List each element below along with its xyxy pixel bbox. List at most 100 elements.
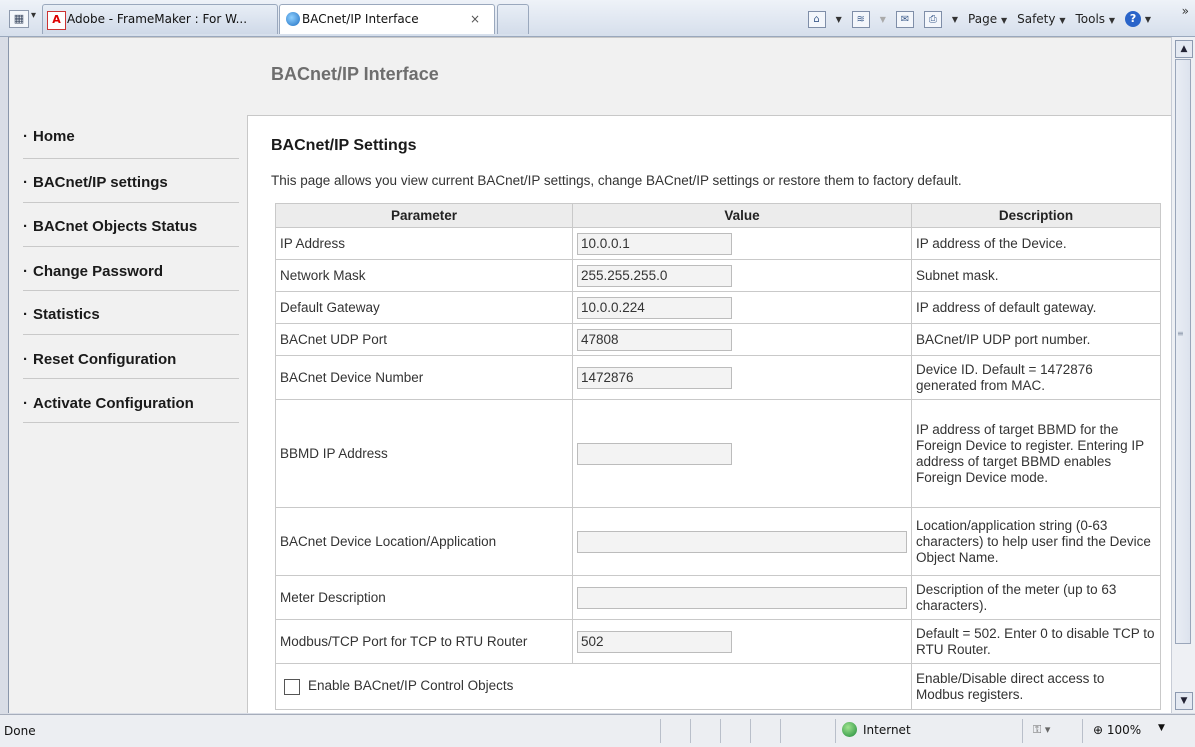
bullet: · [23, 395, 28, 412]
nav-bacnet-objects-status[interactable]: · BACnet Objects Status [23, 203, 239, 247]
security-zone: Internet [842, 722, 911, 737]
ip-address-input[interactable]: 10.0.0.1 [577, 232, 732, 255]
param-description: IP address of default gateway. [911, 291, 1161, 324]
read-mail-icon[interactable]: ✉ [895, 10, 914, 28]
value-cell: 47808 [572, 323, 912, 356]
chevron-down-icon: ▼ [1059, 16, 1066, 25]
default-gateway-input[interactable]: 10.0.0.224 [577, 296, 732, 319]
value-cell [572, 399, 912, 508]
close-tab-icon[interactable]: × [470, 5, 480, 33]
nav-home[interactable]: · Home [23, 115, 239, 159]
table-row: BACnet Device Number 1472876 Device ID. … [275, 355, 1161, 400]
table-row: BACnet Device Location/Application Locat… [275, 507, 1161, 576]
checkbox-label: Enable BACnet/IP Control Objects [308, 678, 514, 694]
bullet: · [23, 128, 28, 145]
tab-list-dropdown-icon[interactable]: ▾ [31, 10, 36, 21]
bullet: · [23, 218, 28, 235]
home-icon[interactable]: ⌂ [807, 10, 826, 28]
bullet: · [23, 263, 28, 280]
new-tab-button[interactable] [497, 4, 529, 34]
table-row: Meter Description Description of the met… [275, 575, 1161, 620]
meter-description-input[interactable] [577, 586, 907, 609]
nav-bacnet-settings[interactable]: · BACnet/IP settings [23, 159, 239, 203]
network-mask-input[interactable]: 255.255.255.0 [577, 264, 732, 287]
scrollbar-thumb[interactable] [1175, 59, 1191, 644]
nav-label: BACnet Objects Status [33, 218, 198, 235]
feeds-icon[interactable]: ≋ [851, 10, 870, 28]
param-label: BACnet Device Number [275, 355, 573, 400]
chevron-down-icon: ▼ [1108, 16, 1116, 25]
nav-label: BACnet/IP settings [33, 174, 168, 191]
param-description: Location/application string (0-63 charac… [911, 507, 1161, 576]
control-objects-cell: Enable BACnet/IP Control Objects [275, 663, 912, 710]
device-number-input[interactable]: 1472876 [577, 366, 732, 389]
settings-table: Parameter Value Description IP Address 1… [275, 203, 1161, 710]
safety-menu[interactable]: Safety ▼ [1017, 12, 1065, 26]
status-text: Done [4, 724, 36, 738]
intro-text: This page allows you view current BACnet… [271, 173, 962, 188]
page-menu[interactable]: Page ▼ [968, 12, 1007, 26]
tab-bacnet-interface[interactable]: BACnet/IP Interface × [279, 4, 495, 34]
value-cell: 502 [572, 619, 912, 664]
protected-mode-icon[interactable]: ⚿ ▾ [1033, 723, 1050, 737]
nav-statistics[interactable]: · Statistics [23, 291, 239, 335]
status-divider [835, 719, 836, 743]
tab-label: Adobe - FrameMaker : For W... [67, 12, 248, 26]
param-label: Modbus/TCP Port for TCP to RTU Router [275, 619, 573, 664]
value-cell: 1472876 [572, 355, 912, 400]
chevron-down-icon[interactable]: ▼ [1158, 723, 1165, 733]
bullet: · [23, 306, 28, 323]
scroll-down-icon[interactable]: ▼ [1175, 692, 1193, 710]
param-description: Enable/Disable direct access to Modbus r… [911, 663, 1161, 710]
device-location-input[interactable] [577, 530, 907, 553]
vertical-scrollbar[interactable]: ▲ ≡ ▼ [1171, 37, 1195, 713]
param-description: Device ID. Default = 1472876 generated f… [911, 355, 1161, 400]
bullet: · [23, 174, 28, 191]
table-row: Network Mask 255.255.255.0 Subnet mask. [275, 259, 1161, 292]
nav-activate-configuration[interactable]: · Activate Configuration [23, 379, 239, 423]
param-description: Description of the meter (up to 63 chara… [911, 575, 1161, 620]
help-menu[interactable]: ? ▼ [1125, 11, 1151, 27]
table-row: BACnet UDP Port 47808 BACnet/IP UDP port… [275, 323, 1161, 356]
status-divider [690, 719, 691, 743]
tab-framemaker[interactable]: A Adobe - FrameMaker : For W... [42, 4, 278, 34]
print-icon[interactable]: ⎙ [923, 10, 942, 28]
chevron-down-icon[interactable]: ▼ [952, 15, 958, 24]
nav-reset-configuration[interactable]: · Reset Configuration [23, 335, 239, 379]
bbmd-ip-input[interactable] [577, 442, 732, 465]
toolbar-overflow-icon[interactable]: » [1182, 4, 1189, 18]
status-divider [750, 719, 751, 743]
param-description: Default = 502. Enter 0 to disable TCP to… [911, 619, 1161, 664]
status-divider [780, 719, 781, 743]
param-description: IP address of the Device. [911, 227, 1161, 260]
tools-menu[interactable]: Tools ▼ [1075, 12, 1115, 26]
tab-label: BACnet/IP Interface [302, 12, 419, 26]
param-description: Subnet mask. [911, 259, 1161, 292]
main-content: BACnet/IP Settings This page allows you … [271, 115, 1166, 713]
param-label: BACnet UDP Port [275, 323, 573, 356]
modbus-tcp-port-input[interactable]: 502 [577, 630, 732, 653]
chevron-down-icon: ▼ [1144, 15, 1151, 24]
chevron-down-icon[interactable]: ▼ [836, 15, 842, 24]
enable-control-objects-checkbox[interactable] [284, 678, 300, 695]
udp-port-input[interactable]: 47808 [577, 328, 732, 351]
column-header: Description [911, 203, 1161, 228]
bullet: · [23, 351, 28, 368]
adobe-icon: A [47, 11, 66, 30]
internet-zone-icon [842, 722, 857, 737]
tools-menu-label: Tools [1075, 12, 1106, 26]
zoom-level[interactable]: ⊕ 100% [1093, 723, 1141, 737]
nav-label: Statistics [33, 306, 100, 323]
page-menu-label: Page [968, 12, 998, 26]
sidebar-nav: · Home · BACnet/IP settings · BACnet Object… [9, 115, 248, 713]
quick-tabs-icon[interactable]: ▦ [9, 10, 29, 28]
table-row: Enable BACnet/IP Control Objects Enable/… [275, 663, 1161, 710]
nav-change-password[interactable]: · Change Password [23, 247, 239, 291]
zone-label: Internet [863, 722, 911, 737]
grip-icon: ≡ [1177, 329, 1184, 338]
table-row: Modbus/TCP Port for TCP to RTU Router 50… [275, 619, 1161, 664]
command-bar: ⌂ ▼ ≋ ▼ ✉ ⎙ ▼ Page ▼ Safety ▼ Tools ▼ ? ▼ [807, 8, 1151, 30]
scroll-up-icon[interactable]: ▲ [1175, 40, 1193, 58]
param-label: Network Mask [275, 259, 573, 292]
page-header: BACnet/IP Interface [9, 37, 1171, 116]
